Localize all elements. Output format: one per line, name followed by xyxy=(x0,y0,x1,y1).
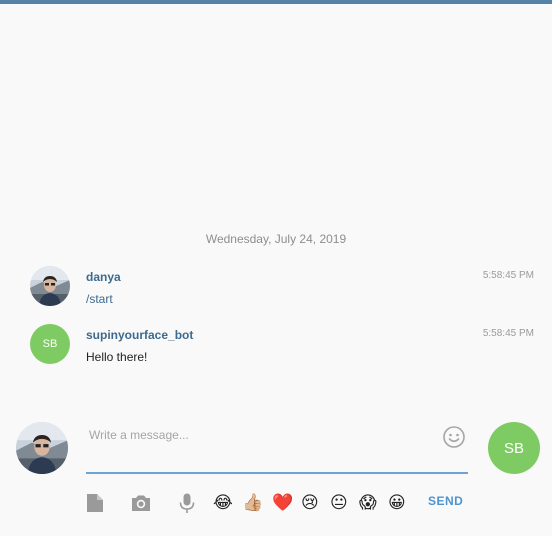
bot-avatar[interactable]: SB xyxy=(30,324,70,364)
message-text: Hello there! xyxy=(86,350,148,364)
emoji-joy[interactable]: 😂 xyxy=(213,492,233,514)
camera-icon[interactable] xyxy=(130,492,152,514)
file-icon[interactable] xyxy=(84,492,106,514)
message-input[interactable] xyxy=(86,418,468,474)
bot-avatar-large[interactable]: SB xyxy=(488,422,540,474)
emoji-grin[interactable]: 😀 xyxy=(388,492,406,514)
emoji-thumbs-up[interactable]: 👍🏼 xyxy=(242,492,263,514)
message-time: 5:58:45 PM xyxy=(482,328,534,339)
emoji-crying[interactable]: 😢 xyxy=(301,492,319,514)
window-top-bar xyxy=(0,0,552,4)
composer-user-avatar[interactable] xyxy=(16,422,68,474)
message-text: /start xyxy=(86,292,113,306)
emoji-neutral[interactable]: 😐 xyxy=(330,492,348,514)
message-author[interactable]: supinyourface_bot xyxy=(86,328,193,342)
emoji-scream[interactable]: 😱 xyxy=(359,492,377,514)
emoji-heart[interactable]: ❤️ xyxy=(272,492,293,514)
date-separator: Wednesday, July 24, 2019 xyxy=(205,232,347,246)
smile-icon[interactable] xyxy=(442,425,466,449)
send-button[interactable]: SEND xyxy=(428,494,463,508)
message-time: 5:58:45 PM xyxy=(482,270,534,281)
message-item: SB supinyourface_bot Hello there! 5:58:4… xyxy=(0,324,552,374)
message-item: danya /start 5:58:45 PM xyxy=(0,266,552,316)
microphone-icon[interactable] xyxy=(176,492,198,514)
user-avatar[interactable] xyxy=(30,266,70,306)
message-author[interactable]: danya xyxy=(86,270,121,284)
